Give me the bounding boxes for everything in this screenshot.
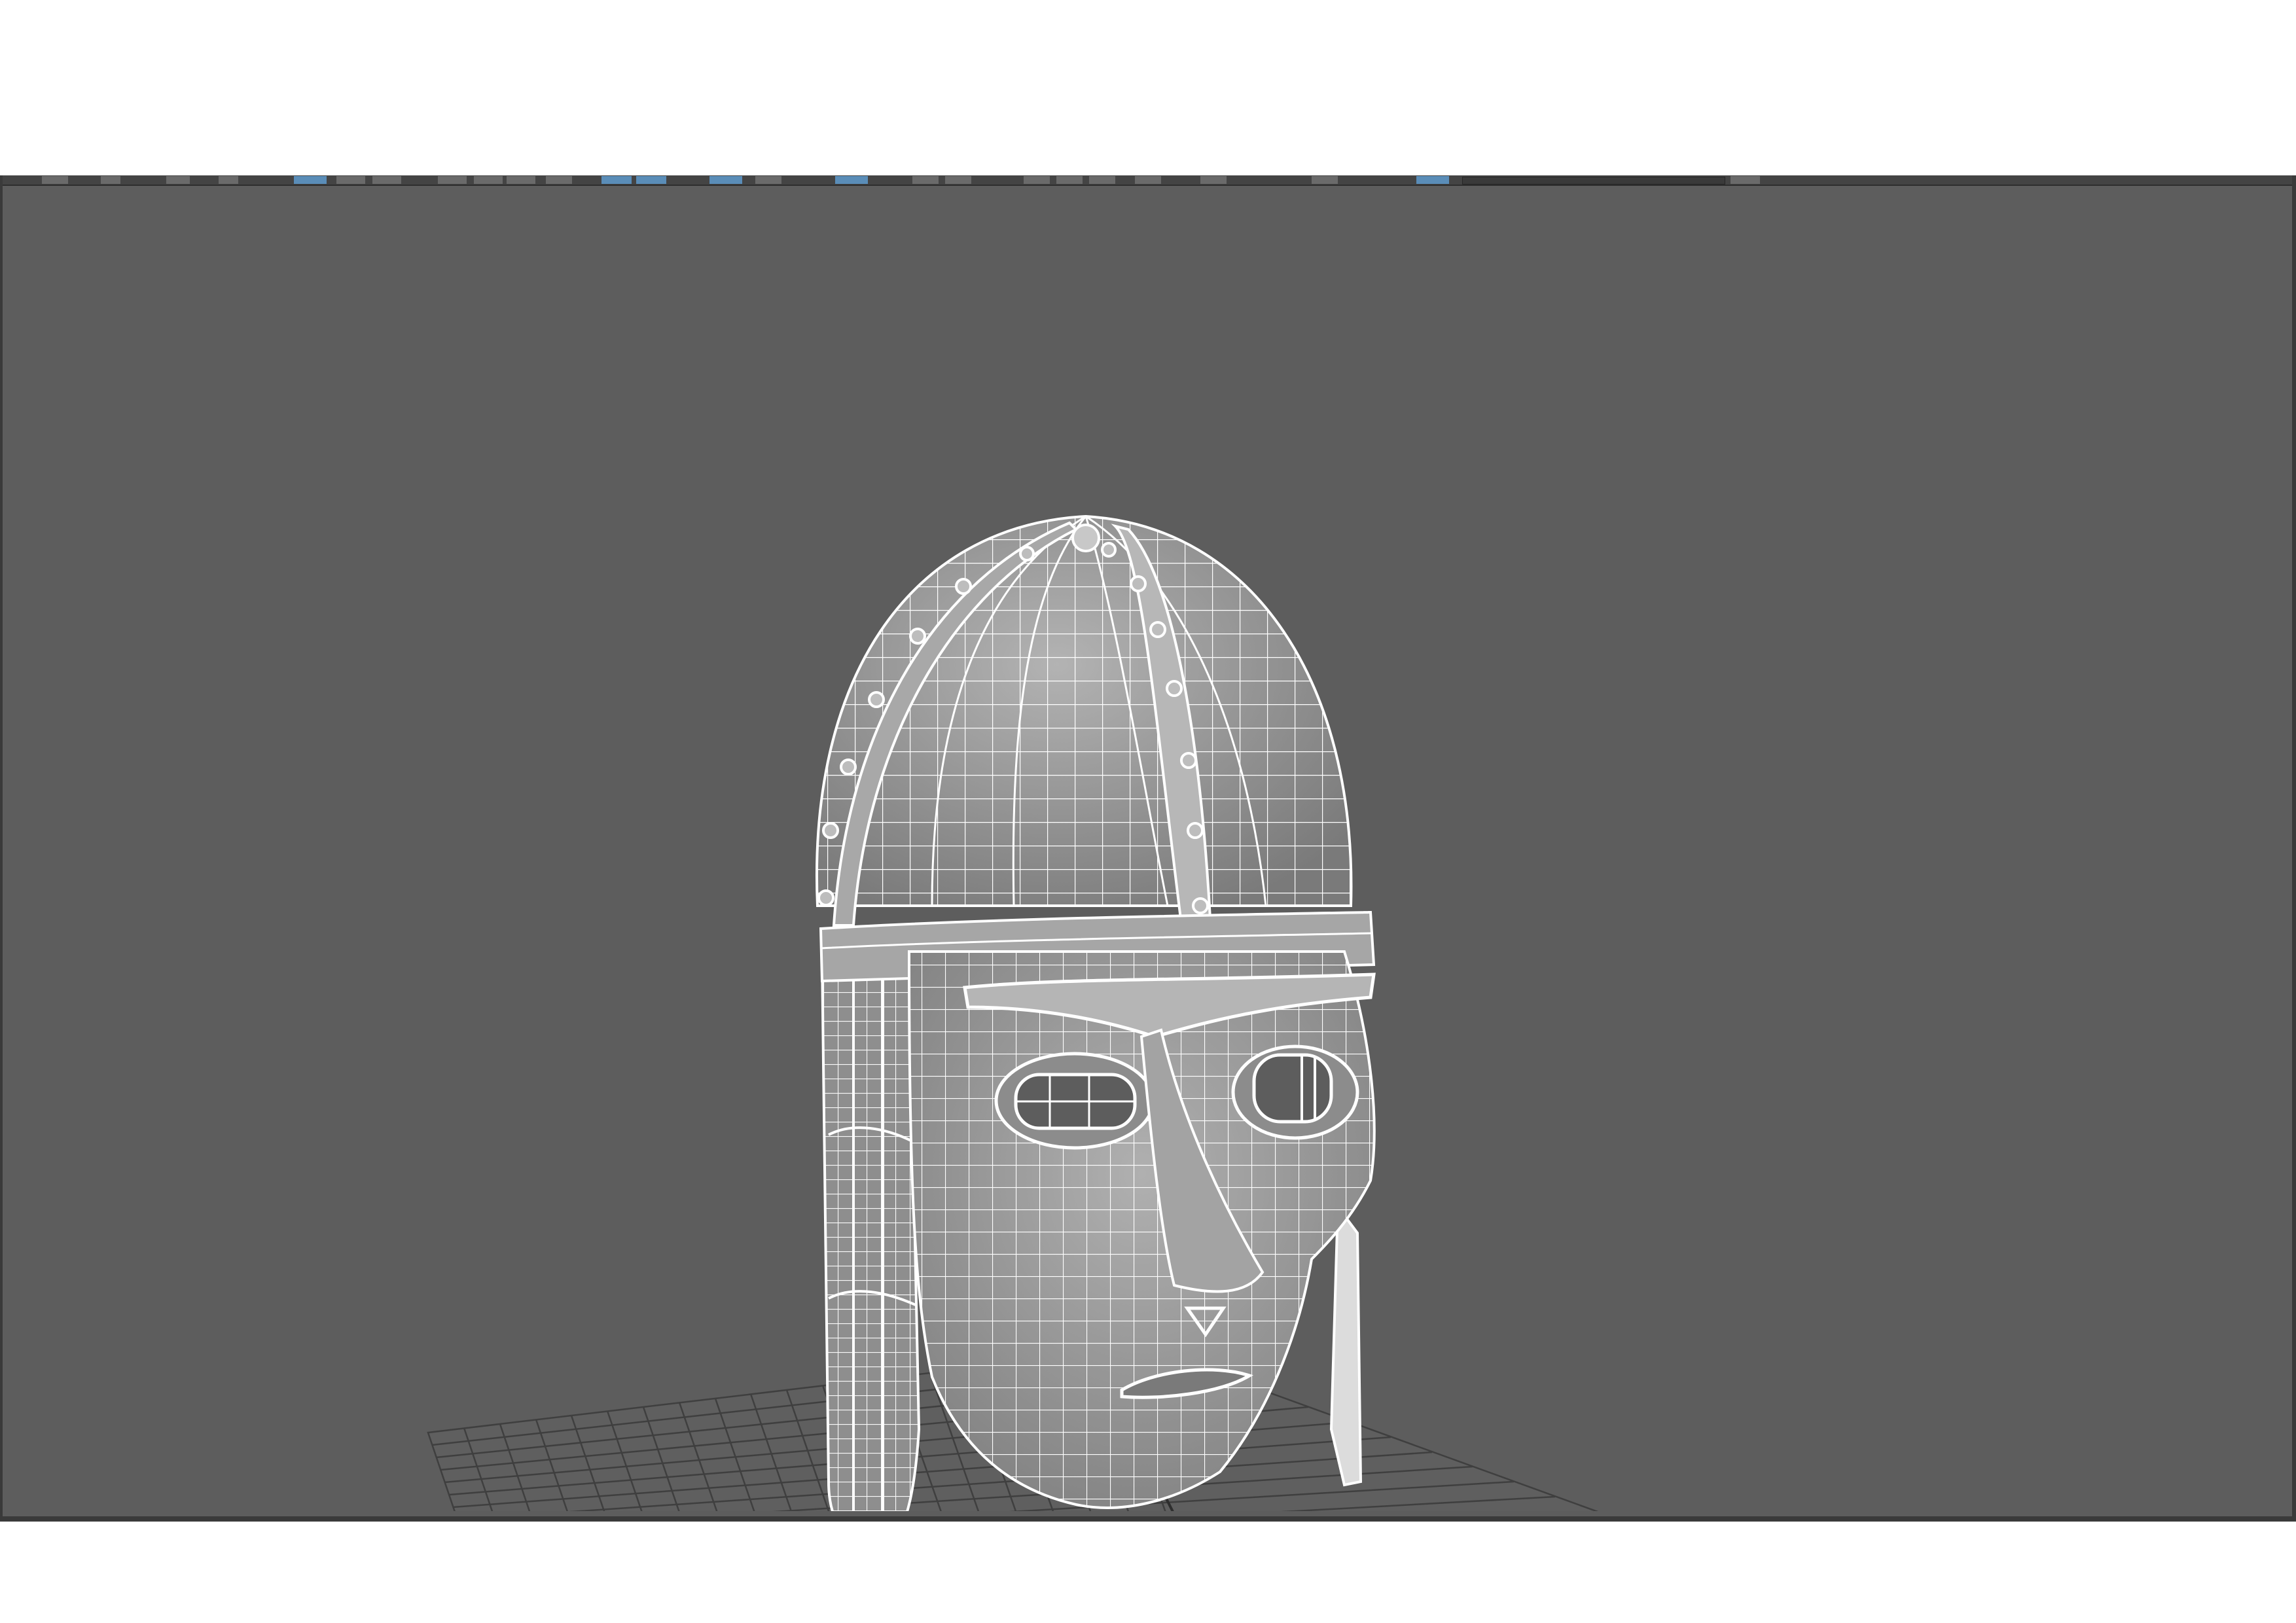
camera-icon[interactable]: [755, 176, 781, 184]
panel-menu-icon[interactable]: [1731, 176, 1760, 184]
history-icon[interactable]: [546, 176, 572, 184]
camera-name-field[interactable]: [1462, 177, 1725, 185]
select-tool-icon[interactable]: [42, 176, 68, 184]
ipr-render-icon[interactable]: [636, 176, 666, 184]
paint-select-icon[interactable]: [166, 176, 190, 184]
perspective-scene[interactable]: [3, 186, 2292, 1511]
textured-icon[interactable]: [1024, 176, 1050, 184]
snap-point-icon[interactable]: [474, 176, 503, 184]
snap-curve-icon[interactable]: [438, 176, 467, 184]
shadows-icon[interactable]: [1089, 176, 1115, 184]
scale-tool-icon[interactable]: [336, 176, 365, 184]
rotate-tool-icon[interactable]: [294, 176, 327, 184]
move-tool-icon[interactable]: [219, 176, 238, 184]
helmet-model[interactable]: [808, 513, 1384, 1511]
page-margin-bottom: [0, 1522, 2296, 1623]
xray-icon[interactable]: [1312, 176, 1338, 184]
lights-icon[interactable]: [1056, 176, 1083, 184]
isolate-icon[interactable]: [835, 176, 868, 184]
grid-icon[interactable]: [1135, 176, 1161, 184]
eye-hole-right: [1252, 1053, 1333, 1124]
snap-view-icon[interactable]: [507, 176, 535, 184]
hud-icon[interactable]: [1200, 176, 1227, 184]
ear-strap-right: [1329, 1203, 1363, 1487]
render-icon[interactable]: [601, 176, 632, 184]
shaded-icon[interactable]: [945, 176, 971, 184]
render-settings-icon[interactable]: [709, 176, 742, 184]
crest-knob: [1071, 524, 1100, 552]
maya-viewport-panel[interactable]: y z x persp: [0, 175, 2296, 1522]
wireframe-icon[interactable]: [912, 176, 939, 184]
lasso-tool-icon[interactable]: [101, 176, 120, 184]
panel-toolbar: [3, 175, 2292, 186]
page-margin-top: [0, 0, 2296, 175]
snap-grid-icon[interactable]: [372, 176, 401, 184]
panel-layout-icon[interactable]: [1416, 176, 1449, 184]
